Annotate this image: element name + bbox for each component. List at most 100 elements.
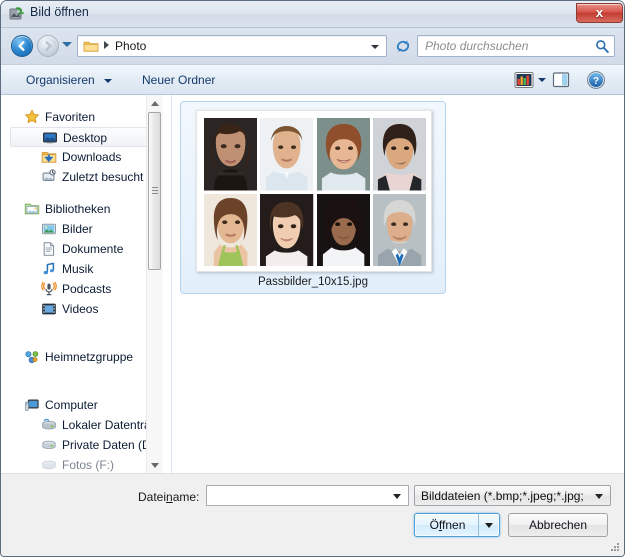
refresh-button[interactable] xyxy=(393,36,413,56)
scrollbar-thumb[interactable] xyxy=(148,112,161,270)
scrollbar-grip-icon xyxy=(152,187,158,195)
sidebar-item-musik[interactable]: Musik xyxy=(10,259,158,279)
portrait-2 xyxy=(260,118,314,191)
navigation-pane-scrollbar[interactable] xyxy=(146,95,163,473)
local-disk-icon xyxy=(41,417,57,433)
desktop-monitor-icon xyxy=(42,130,58,146)
resize-grip-icon[interactable] xyxy=(609,541,621,553)
drive-icon xyxy=(41,437,57,453)
cancel-button[interactable]: Abbrechen xyxy=(508,513,608,537)
file-item[interactable]: Passbilder_10x15.jpg xyxy=(180,101,446,294)
preview-pane-icon xyxy=(552,72,570,88)
open-image-dialog: Bild öffnen x Photo Photo durchsuchen Or… xyxy=(0,0,625,557)
sidebar-item-label: Dokumente xyxy=(62,242,124,256)
navigation-pane: Favoriten Desktop Downloads Zuletzt besu… xyxy=(10,95,158,473)
navigation-bar: Photo Photo durchsuchen xyxy=(1,28,624,64)
scroll-up-icon xyxy=(151,100,159,106)
organize-label: Organisieren xyxy=(26,73,95,87)
sidebar-item-videos[interactable]: Videos xyxy=(10,299,158,319)
libraries-icon xyxy=(24,201,40,217)
sidebar-group-label: Heimnetzgruppe xyxy=(45,350,134,364)
organize-button[interactable]: Organisieren xyxy=(19,70,119,91)
sidebar-group-label: Computer xyxy=(45,398,98,412)
open-dropdown-button[interactable] xyxy=(478,514,499,536)
filename-input[interactable] xyxy=(206,485,409,506)
sidebar-item-zuletzt-besucht[interactable]: Zuletzt besucht xyxy=(10,167,158,187)
music-note-icon xyxy=(41,261,57,277)
sidebar-item-label: Lokaler Datenträ xyxy=(62,418,151,432)
help-icon: ? xyxy=(587,71,605,89)
sidebar-group-label: Favoriten xyxy=(45,110,96,124)
sidebar-group-bibliotheken[interactable]: Bibliotheken xyxy=(10,199,158,219)
chevron-down-icon[interactable] xyxy=(393,494,401,499)
file-type-filter-value: Bilddateien (*.bmp;*.jpeg;*.jpg; xyxy=(421,489,584,503)
homegroup-icon xyxy=(24,349,40,365)
sidebar-item-label: Zuletzt besucht xyxy=(62,170,144,184)
photo-collage xyxy=(204,118,426,266)
back-button[interactable] xyxy=(11,35,33,57)
sidebar-item-bilder[interactable]: Bilder xyxy=(10,219,158,239)
pane-splitter[interactable] xyxy=(163,95,171,473)
sidebar-item-fotos[interactable]: Fotos (F:) xyxy=(10,455,158,473)
sidebar-item-label: Musik xyxy=(62,262,94,276)
sidebar-group-computer[interactable]: Computer xyxy=(10,395,158,415)
file-item-label: Passbilder_10x15.jpg xyxy=(258,276,368,288)
filename-label: Dateiname: xyxy=(138,490,199,504)
breadcrumb-photo[interactable]: Photo xyxy=(115,39,146,53)
open-button-label: Öffnen xyxy=(415,518,480,532)
open-button[interactable]: Öffnen xyxy=(414,513,500,537)
chevron-down-icon xyxy=(104,78,113,83)
sidebar-item-podcasts[interactable]: Podcasts xyxy=(10,279,158,299)
view-options-icon xyxy=(514,72,534,88)
documents-icon xyxy=(41,241,57,257)
sidebar-item-label: Desktop xyxy=(63,131,108,145)
sidebar-item-desktop[interactable]: Desktop xyxy=(10,127,158,147)
forward-button[interactable] xyxy=(37,35,59,57)
file-list-pane[interactable]: Passbilder_10x15.jpg xyxy=(171,95,624,473)
search-input[interactable]: Photo durchsuchen xyxy=(417,35,615,57)
scroll-down-icon xyxy=(151,462,159,468)
downloads-folder-icon xyxy=(41,149,57,165)
sidebar-group-label: Bibliotheken xyxy=(45,202,111,216)
address-bar[interactable]: Photo xyxy=(77,35,387,57)
command-toolbar: Organisieren Neuer Ordner ? xyxy=(1,64,624,95)
open-label-post: fnen xyxy=(442,518,466,532)
sidebar-item-private-daten[interactable]: Private Daten (D xyxy=(10,435,158,455)
scroll-up-button[interactable] xyxy=(147,95,163,111)
svg-text:?: ? xyxy=(593,76,599,87)
sidebar-item-lokaler-datentraeger[interactable]: Lokaler Datenträ xyxy=(10,415,158,435)
view-options-chevron-down-icon[interactable] xyxy=(538,78,546,82)
sidebar-group-favoriten[interactable]: Favoriten xyxy=(10,107,158,127)
portrait-6 xyxy=(260,193,314,266)
file-type-filter-dropdown[interactable]: Bilddateien (*.bmp;*.jpeg;*.jpg; xyxy=(414,485,611,506)
help-button[interactable]: ? xyxy=(586,70,606,90)
sidebar-item-label: Bilder xyxy=(62,222,93,236)
search-placeholder: Photo durchsuchen xyxy=(425,39,529,53)
sidebar-item-label: Videos xyxy=(62,302,99,316)
refresh-icon xyxy=(396,40,410,52)
portrait-7 xyxy=(316,193,370,266)
sidebar-item-label: Fotos (F:) xyxy=(62,458,115,472)
view-options-button[interactable] xyxy=(514,71,534,89)
address-chevron-down-icon[interactable] xyxy=(371,45,379,49)
filename-label-accel: n xyxy=(166,490,173,504)
close-button[interactable]: x xyxy=(576,3,623,23)
chevron-down-icon xyxy=(485,523,493,528)
scroll-down-button[interactable] xyxy=(147,457,163,473)
history-dropdown-icon[interactable] xyxy=(62,42,72,47)
title-bar[interactable]: Bild öffnen x xyxy=(1,1,624,28)
computer-icon xyxy=(24,397,40,413)
sidebar-item-downloads[interactable]: Downloads xyxy=(10,147,158,167)
new-folder-button[interactable]: Neuer Ordner xyxy=(135,70,222,91)
filename-label-pre: Datei xyxy=(138,490,167,504)
sidebar-item-label: Private Daten (D xyxy=(62,438,151,452)
filename-label-post: ame: xyxy=(172,490,200,504)
sidebar-group-heimnetzgruppe[interactable]: Heimnetzgruppe xyxy=(10,347,158,367)
preview-pane-button[interactable] xyxy=(552,71,570,89)
chevron-down-icon xyxy=(595,494,603,499)
sidebar-item-dokumente[interactable]: Dokumente xyxy=(10,239,158,259)
